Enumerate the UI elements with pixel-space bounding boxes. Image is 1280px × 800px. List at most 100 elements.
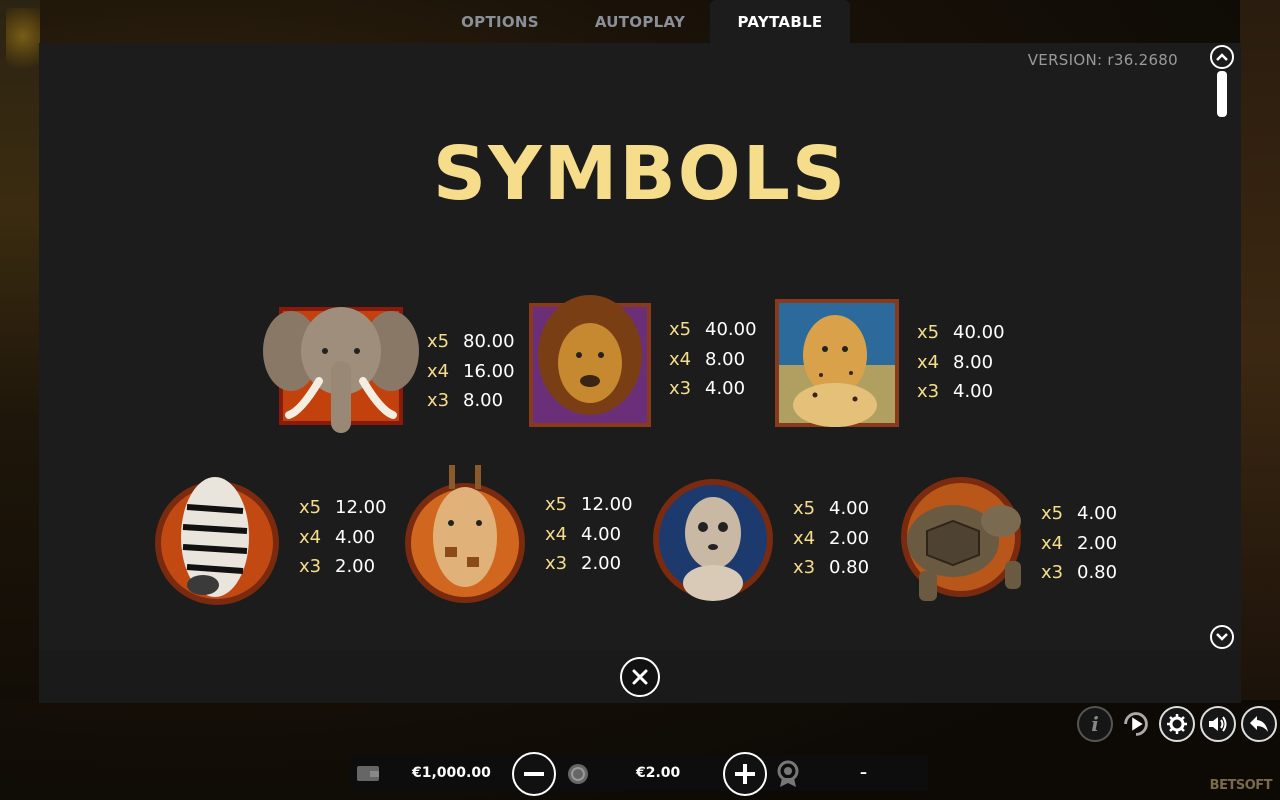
settings-button[interactable] [1159, 706, 1195, 742]
pay-row: x3 2.00 [299, 552, 387, 582]
multiplier: x5 [917, 322, 940, 343]
scroll-up-button[interactable] [1210, 45, 1234, 69]
game-logo-fragment [6, 8, 40, 78]
scrollbar-thumb[interactable] [1217, 71, 1227, 117]
multiplier: x3 [545, 553, 568, 574]
pay-row: x5 80.00 [427, 327, 515, 357]
payout: 2.00 [1077, 532, 1118, 554]
back-button[interactable] [1241, 706, 1277, 742]
multiplier: x5 [1041, 503, 1064, 524]
paylist-lion: x5 40.00 x4 8.00 x3 4.00 [669, 315, 757, 404]
multiplier: x3 [669, 378, 692, 399]
decrease-bet-button[interactable] [512, 752, 556, 796]
pay-row: x5 12.00 [299, 493, 387, 523]
tab-bar: OPTIONS AUTOPLAY PAYTABLE [430, 0, 850, 43]
version-label: VERSION: r36.2680 [1027, 51, 1178, 69]
payout: 4.00 [581, 523, 622, 545]
elephant-icon [263, 307, 419, 433]
payout: 4.00 [335, 526, 376, 548]
paylist-meerkat: x5 4.00 x4 2.00 x3 0.80 [793, 494, 869, 583]
pay-row: x4 16.00 [427, 356, 515, 386]
multiplier: x4 [545, 523, 568, 545]
pay-row: x3 4.00 [917, 377, 1005, 407]
multiplier: x4 [1041, 532, 1064, 554]
payout: 8.00 [953, 351, 994, 373]
payout: 8.00 [705, 348, 746, 370]
meerkat-icon [653, 479, 773, 601]
symbol-giraffe: x5 12.00 x4 4.00 x3 2.00 [401, 461, 633, 607]
paylist-giraffe: x5 12.00 x4 4.00 x3 2.00 [545, 490, 633, 579]
payout: 0.80 [1077, 562, 1118, 583]
multiplier: x3 [917, 381, 940, 402]
payout: 40.00 [953, 322, 1005, 343]
payout: 4.00 [1077, 503, 1118, 524]
speaker-icon [1209, 716, 1227, 732]
payout: 80.00 [463, 331, 515, 352]
symbol-cheetah: x5 40.00 x4 8.00 x3 4.00 [775, 295, 1005, 429]
pay-row: x5 40.00 [917, 318, 1005, 348]
background-right [1240, 0, 1280, 700]
payout: 2.00 [829, 527, 870, 549]
bet-value: €2.00 [636, 765, 681, 781]
increase-bet-button[interactable] [723, 752, 767, 796]
tortoise-icon [901, 477, 1021, 601]
pay-row: x5 4.00 [1041, 499, 1117, 529]
payout: 2.00 [335, 556, 376, 577]
pay-row: x4 4.00 [545, 519, 633, 549]
paylist-zebra: x5 12.00 x4 4.00 x3 2.00 [299, 493, 387, 582]
close-button[interactable] [620, 657, 660, 697]
symbol-tortoise: x5 4.00 x4 2.00 x3 0.80 [897, 475, 1117, 611]
info-icon: i [1091, 712, 1099, 736]
wallet-icon [357, 766, 379, 781]
pay-row: x4 2.00 [1041, 528, 1117, 558]
gear-icon [1167, 714, 1187, 734]
minus-icon [524, 772, 544, 776]
zebra-icon [155, 477, 279, 605]
win-award-icon [777, 760, 799, 787]
info-button[interactable]: i [1077, 706, 1113, 742]
payout: 0.80 [829, 557, 870, 578]
multiplier: x5 [669, 319, 692, 340]
pay-row: x3 2.00 [545, 549, 633, 579]
tab-paytable[interactable]: PAYTABLE [710, 0, 850, 43]
background-left [0, 0, 40, 700]
tab-options[interactable]: OPTIONS [430, 0, 570, 43]
payout: 4.00 [953, 381, 994, 402]
paytable-panel: VERSION: r36.2680 SYMBOLS x5 80.00 x4 16.0… [39, 43, 1241, 651]
multiplier: x5 [545, 494, 568, 515]
multiplier: x5 [299, 497, 322, 518]
pay-row: x4 8.00 [669, 344, 757, 374]
lion-icon [529, 295, 651, 427]
pay-row: x5 40.00 [669, 315, 757, 345]
balance-value: €1,000.00 [412, 765, 491, 781]
chevron-down-icon [1216, 633, 1228, 641]
pay-row: x3 8.00 [427, 386, 515, 416]
tab-autoplay[interactable]: AUTOPLAY [570, 0, 710, 43]
sound-button[interactable] [1200, 706, 1236, 742]
payout: 4.00 [705, 378, 746, 399]
multiplier: x3 [427, 390, 450, 411]
symbol-elephant: x5 80.00 x4 16.00 x3 8.00 [261, 301, 515, 441]
scroll-down-button[interactable] [1210, 625, 1234, 649]
paylist-elephant: x5 80.00 x4 16.00 x3 8.00 [427, 327, 515, 416]
autoplay-icon [1124, 712, 1148, 736]
multiplier: x5 [793, 498, 816, 519]
paylist-tortoise: x5 4.00 x4 2.00 x3 0.80 [1041, 499, 1117, 588]
section-title: SYMBOLS [432, 131, 848, 217]
brand-logo: BETSOFT [1209, 778, 1273, 793]
pay-row: x4 8.00 [917, 347, 1005, 377]
pay-row: x4 4.00 [299, 522, 387, 552]
payout: 8.00 [463, 390, 504, 411]
close-icon [632, 669, 648, 685]
symbol-lion: x5 40.00 x4 8.00 x3 4.00 [527, 289, 757, 429]
payout: 12.00 [581, 494, 633, 515]
symbol-meerkat: x5 4.00 x4 2.00 x3 0.80 [651, 473, 869, 603]
symbol-zebra: x5 12.00 x4 4.00 x3 2.00 [153, 467, 387, 607]
multiplier: x3 [299, 556, 322, 577]
pay-row: x3 0.80 [1041, 558, 1117, 588]
pay-row: x3 4.00 [669, 374, 757, 404]
autoplay-button[interactable] [1118, 706, 1154, 742]
multiplier: x5 [427, 331, 450, 352]
pay-row: x5 12.00 [545, 490, 633, 520]
payout: 40.00 [705, 319, 757, 340]
